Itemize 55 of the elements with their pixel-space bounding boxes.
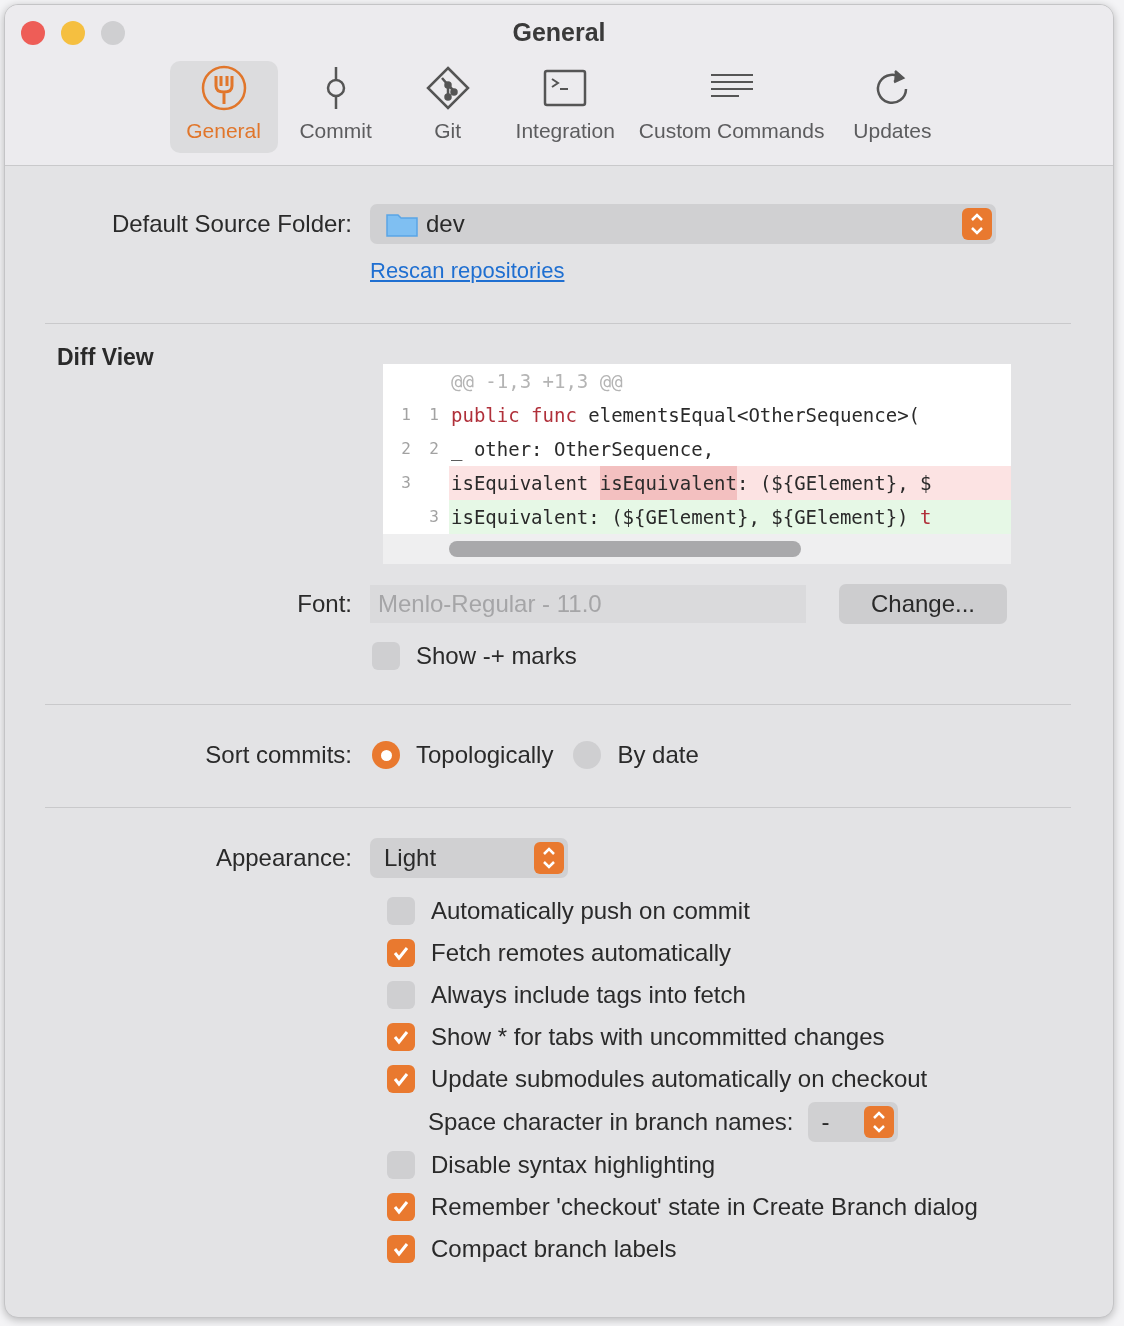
- checkbox-label: Show * for tabs with uncommitted changes: [431, 1022, 885, 1052]
- toolbar-tab[interactable]: Commit: [281, 61, 390, 153]
- checkbox-label: Fetch remotes automatically: [431, 938, 732, 968]
- close-button[interactable]: [21, 21, 45, 45]
- field-label: Font:: [296, 589, 353, 619]
- stepper-icon: [863, 1106, 894, 1138]
- line-number: 2: [428, 438, 439, 460]
- checkbox[interactable]: [387, 1065, 415, 1093]
- code-line: _ other: OtherSequence,: [451, 436, 715, 463]
- code-line: isEquivalent isEquivalent: (${GElement}, $: [451, 466, 932, 500]
- radio-button[interactable]: [372, 741, 400, 769]
- scrollbar-thumb[interactable]: [449, 541, 801, 557]
- stepper-icon: [534, 842, 564, 874]
- line-number: 1: [400, 404, 411, 426]
- toolbar-tab[interactable]: Custom Commands: [628, 61, 835, 153]
- fork-icon: [200, 65, 247, 111]
- radio-label: Topologically: [416, 740, 554, 770]
- checkbox[interactable]: [387, 939, 415, 967]
- folder-icon: [386, 211, 418, 237]
- checkbox[interactable]: [387, 1023, 415, 1051]
- checkbox-label: Remember 'checkout' state in Create Branch dialog: [431, 1192, 978, 1222]
- line-number: 2: [400, 438, 411, 460]
- checkbox-label: Show -+ marks: [416, 641, 577, 671]
- rescan-link[interactable]: Rescan repositories: [370, 254, 565, 287]
- toolbar-tab[interactable]: Git: [393, 61, 502, 153]
- field-label: Default Source Folder:: [110, 209, 353, 239]
- checkbox-label: Update submodules automatically on checkout: [431, 1064, 928, 1094]
- separator-popup[interactable]: -: [807, 1102, 898, 1142]
- checkbox[interactable]: [387, 1193, 415, 1221]
- stepper-icon: [962, 208, 992, 240]
- radio-label: By date: [617, 740, 699, 770]
- code-line: public func elementsEqual<OtherSequence>(: [451, 402, 920, 428]
- minimize-button[interactable]: [61, 21, 85, 45]
- checkbox-label: Always include tags into fetch: [431, 980, 746, 1010]
- line-number: 3: [428, 506, 439, 528]
- field-label: Appearance:: [214, 843, 353, 873]
- code-line: isEquivalent: (${GElement}, ${GElement}) t: [451, 504, 932, 530]
- checkbox-label: Automatically push on commit: [431, 896, 750, 926]
- toolbar-tab[interactable]: Integration: [505, 61, 625, 153]
- checkbox-label: Compact branch labels: [431, 1234, 677, 1264]
- line-number: 3: [400, 472, 411, 494]
- change-button[interactable]: Change...: [839, 584, 1007, 624]
- field-label: Sort commits:: [204, 740, 353, 770]
- folder-popup[interactable]: dev: [370, 204, 996, 244]
- checkbox[interactable]: [387, 1235, 415, 1263]
- toolbar-tab[interactable]: Updates: [838, 61, 947, 153]
- field-label: Space character in branch names:: [428, 1107, 794, 1137]
- appearance-popup[interactable]: Light: [370, 838, 568, 878]
- git-icon: [424, 65, 471, 111]
- section-heading: Diff View: [56, 343, 155, 372]
- zoom-button[interactable]: [101, 21, 125, 45]
- checkbox-label: Disable syntax highlighting: [431, 1150, 716, 1180]
- line-number: 1: [428, 404, 439, 426]
- code-line: @@ -1,3 +1,3 @@: [451, 368, 623, 394]
- window-title: General: [512, 17, 606, 49]
